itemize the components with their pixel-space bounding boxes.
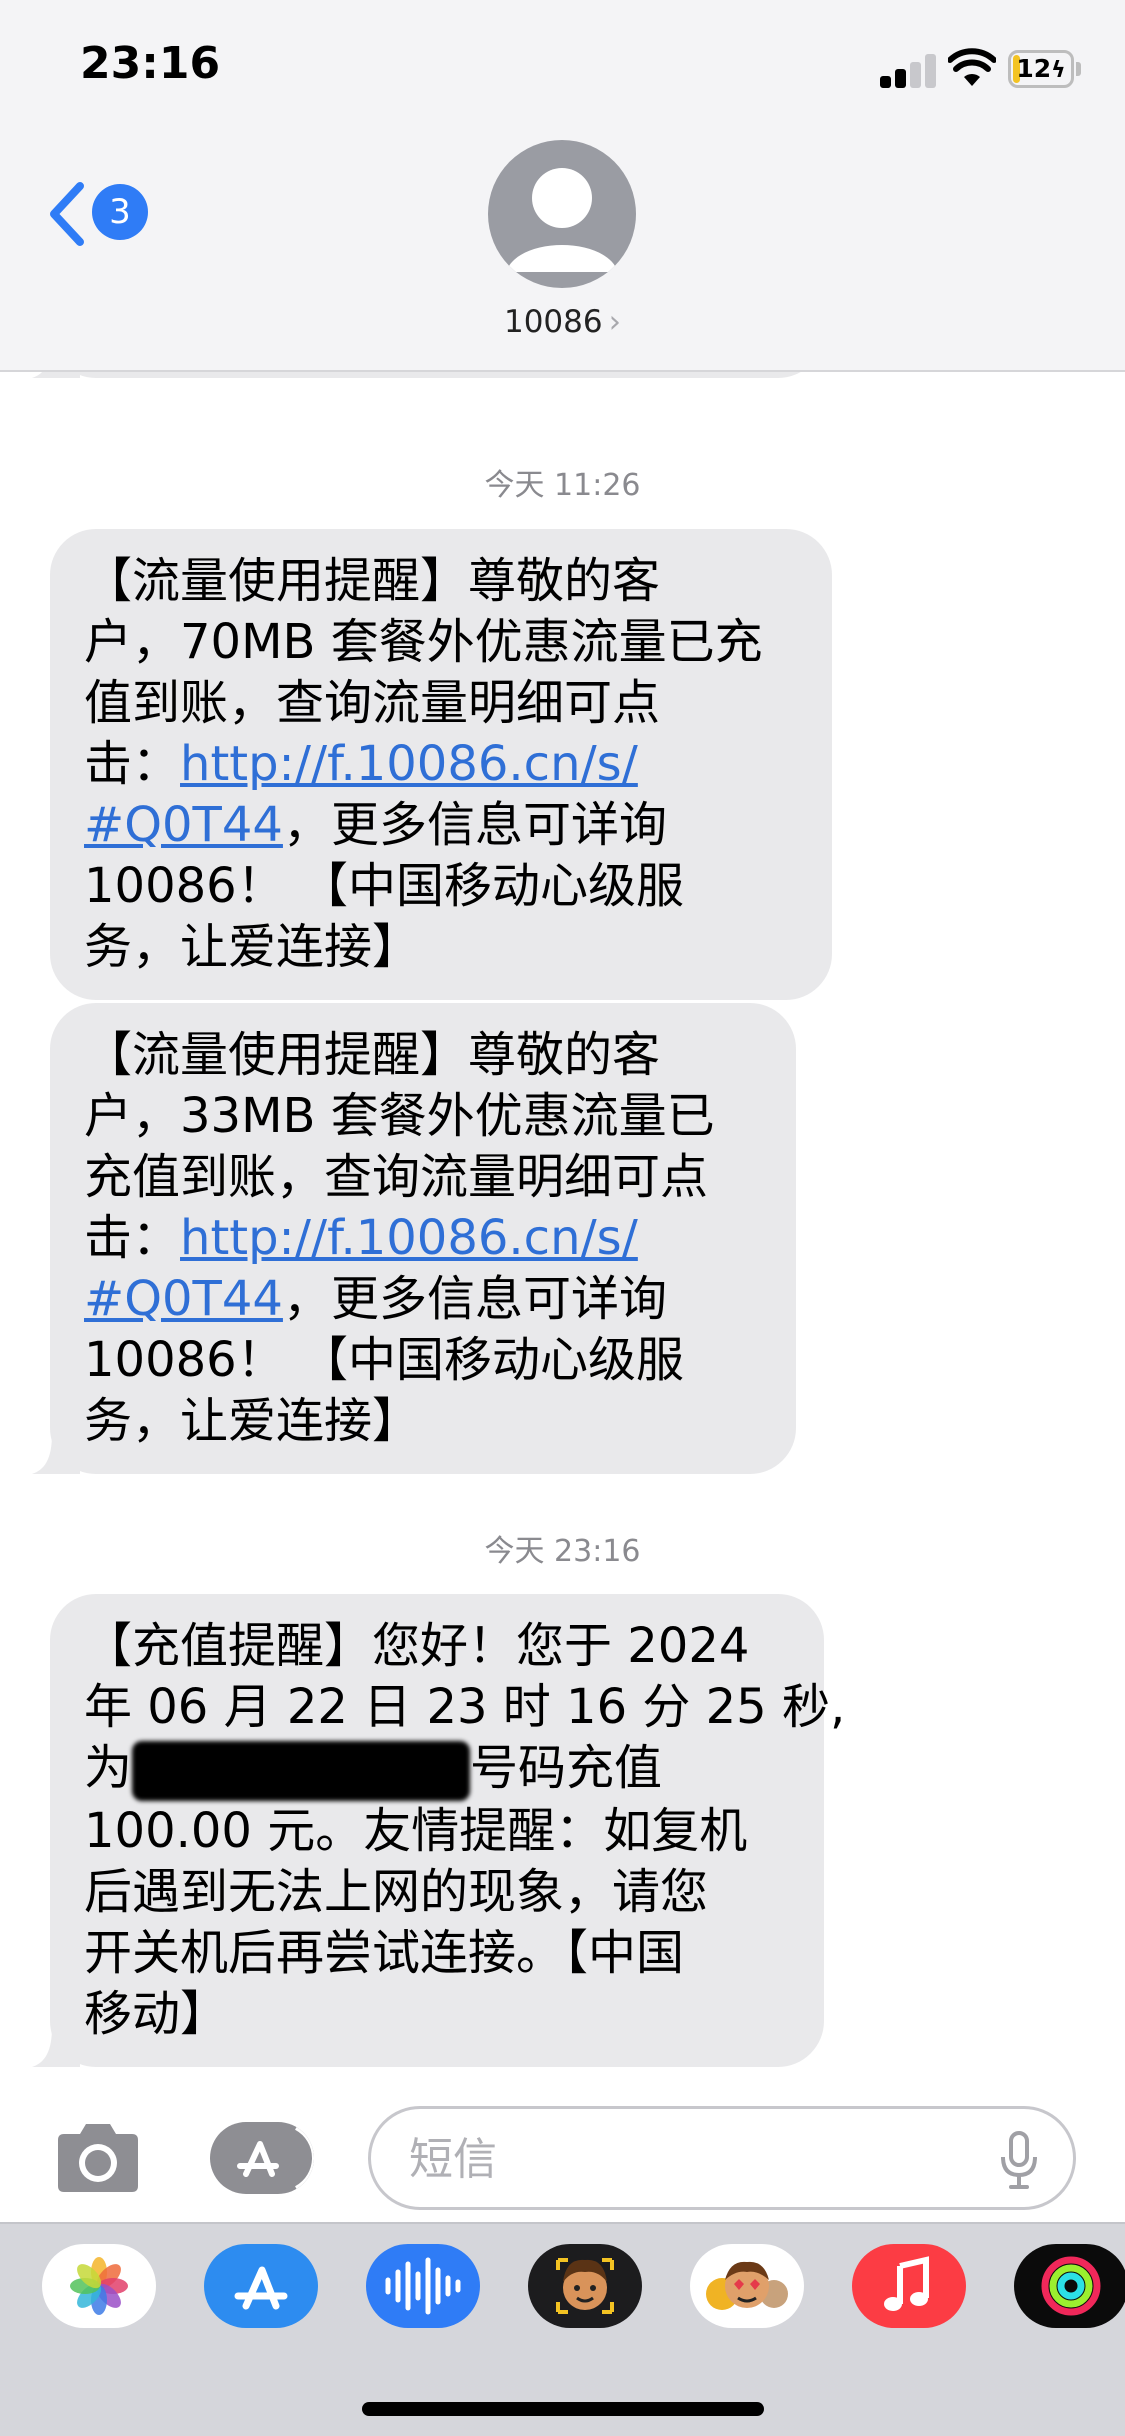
message-line: 10086！ 【中国移动心级服 [84, 1332, 684, 1388]
message-text: 为 [84, 1740, 133, 1796]
imessage-app-drawer [0, 2222, 1125, 2436]
battery-nub [1076, 62, 1081, 76]
message-line: 100.00 元。友情提醒：如复机 [84, 1803, 748, 1859]
chevron-right-icon: › [608, 304, 622, 340]
message-input[interactable] [409, 2129, 969, 2189]
activity-rings-icon [1041, 2256, 1101, 2316]
message-list[interactable]: 今天 11:26 【流量使用提醒】尊敬的客 户，70MB 套餐外优惠流量已充 值… [0, 372, 1125, 2082]
bubble-tail [32, 372, 80, 378]
message-timestamp: 今天 11:26 [484, 468, 641, 503]
message-line: 移动】 [84, 1986, 229, 2042]
animoji-faces-icon [706, 2261, 788, 2310]
back-button[interactable]: 3 [48, 176, 158, 256]
app-store-icon [237, 2126, 314, 2190]
photos-flower-icon [70, 2257, 128, 2315]
person-silhouette-icon [506, 168, 618, 272]
message-text: ，更多信息可详询 [282, 797, 667, 853]
waveform-icon [385, 2257, 461, 2315]
compose-bar [0, 2082, 1125, 2222]
message-line: 【充值提醒】您好！您于 2024 [84, 1618, 750, 1674]
wifi-icon [948, 48, 996, 86]
redacted-phone-number [132, 1741, 471, 1801]
message-text: 击： [84, 1210, 181, 1266]
message-link-continued[interactable]: #Q0T44 [84, 797, 283, 853]
app-store-button[interactable] [210, 2122, 314, 2194]
message-bubble-previous[interactable] [32, 372, 824, 378]
message-line: 值到账，查询流量明细可点 [84, 675, 661, 731]
app-store-app-icon[interactable] [204, 2244, 318, 2328]
message-link-continued[interactable]: #Q0T44 [84, 1271, 283, 1327]
bubble-tail [32, 1434, 80, 1474]
message-field[interactable] [368, 2106, 1076, 2210]
message-line: 务，让爱连接】 [84, 1393, 421, 1449]
message-link[interactable]: http://f.10086.cn/s/ [180, 1210, 638, 1266]
battery-icon: 12ϟ [1008, 50, 1074, 88]
contact-avatar[interactable] [488, 140, 636, 288]
message-text: 击： [84, 736, 181, 792]
message-line: 户，70MB 套餐外优惠流量已充 [84, 614, 763, 670]
message-line: 户，33MB 套餐外优惠流量已 [84, 1088, 715, 1144]
activity-app-icon[interactable] [1014, 2244, 1125, 2328]
message-line: 务，让爱连接】 [84, 919, 421, 975]
unread-count-badge: 3 [92, 184, 148, 240]
contact-name-text: 10086 [503, 304, 603, 340]
message-text: 号码充值 [470, 1740, 663, 1796]
charging-bolt-icon: ϟ [1051, 58, 1066, 83]
bubble-tail [32, 2027, 80, 2067]
battery-percent: 12 [1016, 54, 1052, 83]
memoji-app-icon[interactable] [528, 2244, 642, 2328]
messages-screen: 23:16 12ϟ 3 10086 › 今天 11:26 【流量使用提醒】尊敬的… [0, 0, 1125, 2436]
animoji-app-icon[interactable] [690, 2244, 804, 2328]
message-line: 开关机后再尝试连接。【中国 [84, 1925, 685, 1981]
music-app-icon[interactable] [852, 2244, 966, 2328]
message-bubble[interactable]: 【流量使用提醒】尊敬的客 户，70MB 套餐外优惠流量已充 值到账，查询流量明细… [50, 529, 832, 1000]
microphone-icon[interactable] [999, 2131, 1039, 2191]
message-line: 【流量使用提醒】尊敬的客 [84, 1027, 661, 1083]
message-line: 充值到账，查询流量明细可点 [84, 1149, 709, 1205]
chevron-left-icon [50, 182, 84, 246]
photos-app-icon[interactable] [42, 2244, 156, 2328]
cellular-signal-icon [880, 52, 936, 88]
message-bubble[interactable]: 【充值提醒】您好！您于 2024 年 06 月 22 日 23 时 16 分 2… [32, 1594, 846, 2067]
music-note-icon [884, 2256, 929, 2311]
audio-message-app-icon[interactable] [366, 2244, 480, 2328]
message-line: 年 06 月 22 日 23 时 16 分 25 秒, [84, 1679, 846, 1735]
message-line: 10086！ 【中国移动心级服 [84, 858, 684, 914]
camera-icon[interactable] [52, 2122, 144, 2194]
message-bubble[interactable]: 【流量使用提醒】尊敬的客 户，33MB 套餐外优惠流量已 充值到账，查询流量明细… [32, 1003, 796, 1474]
memoji-face-icon [556, 2258, 614, 2314]
status-time: 23:16 [80, 38, 221, 89]
app-store-a-icon [234, 2266, 288, 2310]
message-timestamp: 今天 23:16 [484, 1534, 641, 1569]
message-line: 后遇到无法上网的现象，请您 [84, 1864, 709, 1920]
message-link[interactable]: http://f.10086.cn/s/ [180, 736, 638, 792]
message-line: 【流量使用提醒】尊敬的客 [84, 553, 661, 609]
home-indicator[interactable] [362, 2402, 764, 2416]
contact-name[interactable]: 10086 › [420, 304, 705, 340]
message-text: ，更多信息可详询 [282, 1271, 667, 1327]
conversation-header: 23:16 12ϟ 3 10086 › [0, 0, 1125, 372]
